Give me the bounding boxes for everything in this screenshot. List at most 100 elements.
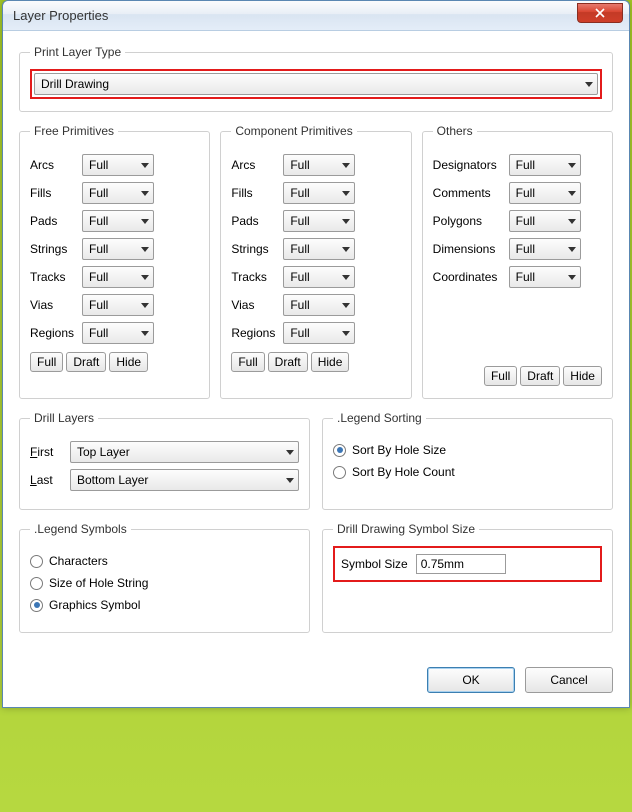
- ot-full-button[interactable]: Full: [484, 366, 517, 386]
- print-layer-type-dropdown[interactable]: Drill Drawing: [34, 73, 598, 95]
- chevron-down-icon: [568, 163, 576, 168]
- ot-label-designators: Designators: [433, 158, 509, 172]
- chevron-down-icon: [342, 191, 350, 196]
- cp-label-regions: Regions: [231, 326, 283, 340]
- chevron-down-icon: [568, 191, 576, 196]
- chevron-down-icon: [141, 219, 149, 224]
- chevron-down-icon: [286, 450, 294, 455]
- fp-fills-dropdown[interactable]: Full: [82, 182, 154, 204]
- drill-last-dropdown[interactable]: Bottom Layer: [70, 469, 299, 491]
- chevron-down-icon: [568, 275, 576, 280]
- characters-radio[interactable]: Characters: [30, 554, 299, 568]
- sort-by-hole-size-label: Sort By Hole Size: [352, 443, 446, 457]
- legend-symbols-legend: .Legend Symbols: [30, 522, 131, 536]
- fp-vias-dropdown[interactable]: Full: [82, 294, 154, 316]
- ot-label-polygons: Polygons: [433, 214, 509, 228]
- ot-label-comments: Comments: [433, 186, 509, 200]
- ot-draft-button[interactable]: Draft: [520, 366, 560, 386]
- fp-regions-dropdown[interactable]: Full: [82, 322, 154, 344]
- graphics-symbol-label: Graphics Symbol: [49, 598, 140, 612]
- drill-last-label: Last: [30, 473, 70, 487]
- fp-label-pads: Pads: [30, 214, 82, 228]
- cp-vias-dropdown[interactable]: Full: [283, 294, 355, 316]
- drill-first-label: First: [30, 445, 70, 459]
- radio-icon: [30, 555, 43, 568]
- window-title: Layer Properties: [13, 8, 577, 23]
- drill-drawing-symbol-size-group: Drill Drawing Symbol Size Symbol Size: [322, 522, 613, 633]
- cp-arcs-dropdown[interactable]: Full: [283, 154, 355, 176]
- chevron-down-icon: [342, 303, 350, 308]
- fp-full-button[interactable]: Full: [30, 352, 63, 372]
- cp-label-arcs: Arcs: [231, 158, 283, 172]
- ot-polygons-dropdown[interactable]: Full: [509, 210, 581, 232]
- chevron-down-icon: [568, 219, 576, 224]
- ot-label-dimensions: Dimensions: [433, 242, 509, 256]
- free-primitives-group: Free Primitives ArcsFull FillsFull PadsF…: [19, 124, 210, 399]
- ot-label-coordinates: Coordinates: [433, 270, 509, 284]
- legend-sorting-group: .Legend Sorting Sort By Hole Size Sort B…: [322, 411, 613, 510]
- symbol-size-input[interactable]: [416, 554, 506, 574]
- close-button[interactable]: [577, 3, 623, 23]
- others-group: Others DesignatorsFull CommentsFull Poly…: [422, 124, 613, 399]
- fp-arcs-dropdown[interactable]: Full: [82, 154, 154, 176]
- legend-symbols-group: .Legend Symbols Characters Size of Hole …: [19, 522, 310, 633]
- cp-label-pads: Pads: [231, 214, 283, 228]
- chevron-down-icon: [141, 247, 149, 252]
- fp-hide-button[interactable]: Hide: [109, 352, 148, 372]
- component-primitives-legend: Component Primitives: [231, 124, 356, 138]
- ot-dimensions-dropdown[interactable]: Full: [509, 238, 581, 260]
- cp-pads-dropdown[interactable]: Full: [283, 210, 355, 232]
- fp-draft-button[interactable]: Draft: [66, 352, 106, 372]
- cancel-button[interactable]: Cancel: [525, 667, 613, 693]
- chevron-down-icon: [342, 275, 350, 280]
- drill-drawing-symbol-size-legend: Drill Drawing Symbol Size: [333, 522, 479, 536]
- cp-strings-dropdown[interactable]: Full: [283, 238, 355, 260]
- symbol-size-label: Symbol Size: [341, 557, 408, 571]
- cp-regions-dropdown[interactable]: Full: [283, 322, 355, 344]
- print-layer-type-group: Print Layer Type Drill Drawing: [19, 45, 613, 112]
- sort-by-hole-count-label: Sort By Hole Count: [352, 465, 455, 479]
- cp-label-vias: Vias: [231, 298, 283, 312]
- chevron-down-icon: [342, 247, 350, 252]
- fp-label-vias: Vias: [30, 298, 82, 312]
- legend-sorting-legend: .Legend Sorting: [333, 411, 426, 425]
- chevron-down-icon: [141, 303, 149, 308]
- fp-label-tracks: Tracks: [30, 270, 82, 284]
- chevron-down-icon: [141, 275, 149, 280]
- ot-comments-dropdown[interactable]: Full: [509, 182, 581, 204]
- drill-layers-legend: Drill Layers: [30, 411, 98, 425]
- chevron-down-icon: [585, 82, 593, 87]
- titlebar[interactable]: Layer Properties: [3, 1, 629, 31]
- radio-icon: [333, 444, 346, 457]
- cp-tracks-dropdown[interactable]: Full: [283, 266, 355, 288]
- chevron-down-icon: [141, 331, 149, 336]
- fp-pads-dropdown[interactable]: Full: [82, 210, 154, 232]
- ot-designators-dropdown[interactable]: Full: [509, 154, 581, 176]
- radio-icon: [30, 599, 43, 612]
- highlight-symbol-size: Symbol Size: [333, 546, 602, 582]
- fp-tracks-dropdown[interactable]: Full: [82, 266, 154, 288]
- cp-draft-button[interactable]: Draft: [268, 352, 308, 372]
- drill-first-dropdown[interactable]: Top Layer: [70, 441, 299, 463]
- ok-button[interactable]: OK: [427, 667, 515, 693]
- sort-by-hole-count-radio[interactable]: Sort By Hole Count: [333, 465, 602, 479]
- cp-full-button[interactable]: Full: [231, 352, 264, 372]
- cp-hide-button[interactable]: Hide: [311, 352, 350, 372]
- size-of-hole-string-label: Size of Hole String: [49, 576, 148, 590]
- characters-label: Characters: [49, 554, 108, 568]
- ot-coordinates-dropdown[interactable]: Full: [509, 266, 581, 288]
- chevron-down-icon: [141, 163, 149, 168]
- sort-by-hole-size-radio[interactable]: Sort By Hole Size: [333, 443, 602, 457]
- cp-label-tracks: Tracks: [231, 270, 283, 284]
- graphics-symbol-radio[interactable]: Graphics Symbol: [30, 598, 299, 612]
- cp-fills-dropdown[interactable]: Full: [283, 182, 355, 204]
- fp-strings-dropdown[interactable]: Full: [82, 238, 154, 260]
- free-primitives-legend: Free Primitives: [30, 124, 118, 138]
- size-of-hole-string-radio[interactable]: Size of Hole String: [30, 576, 299, 590]
- fp-label-arcs: Arcs: [30, 158, 82, 172]
- chevron-down-icon: [342, 219, 350, 224]
- print-layer-type-value: Drill Drawing: [41, 77, 585, 91]
- fp-label-fills: Fills: [30, 186, 82, 200]
- close-icon: [595, 8, 605, 18]
- ot-hide-button[interactable]: Hide: [563, 366, 602, 386]
